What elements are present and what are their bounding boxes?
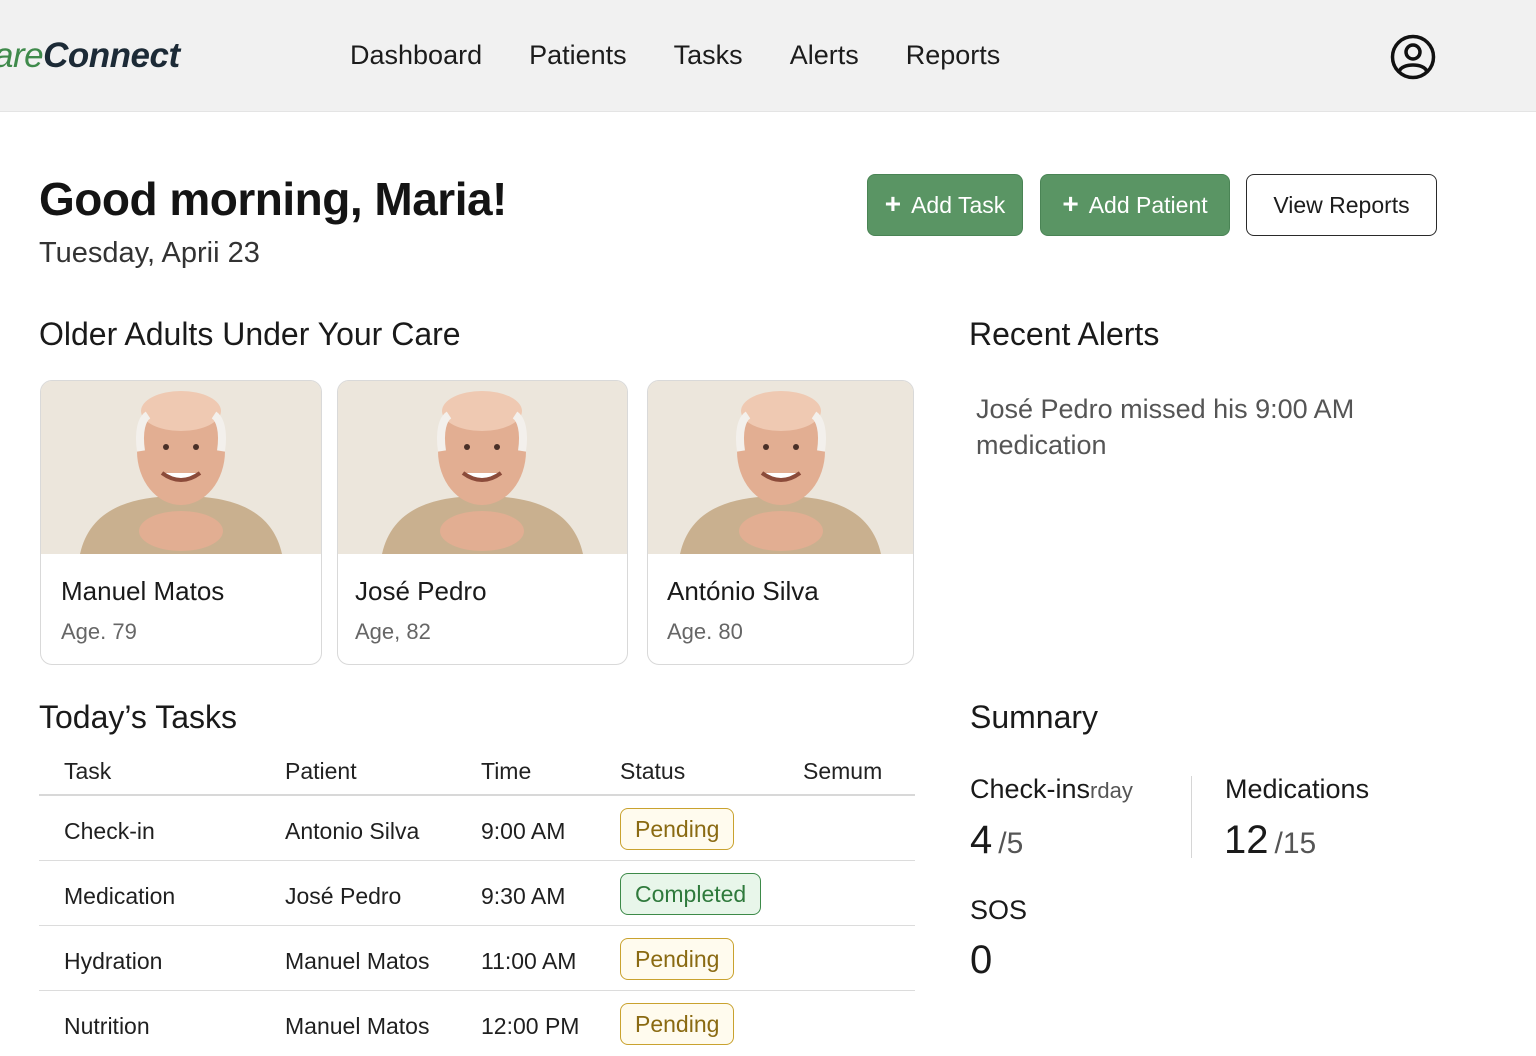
view-reports-button[interactable]: View Reports: [1246, 174, 1437, 236]
table-header: Task Patient Time Status Semum: [39, 748, 915, 796]
patient-name: Manuel Matos: [61, 576, 225, 606]
task-name: Hydration: [64, 948, 163, 974]
table-row[interactable]: Medication José Pedro 9:30 AM Completed: [39, 861, 915, 926]
medications-total: /15: [1274, 827, 1317, 860]
patient-name: José Pedro: [355, 576, 487, 606]
patient-card[interactable]: António Silva Age. 80: [647, 380, 914, 665]
patient-age: Age, 82: [355, 619, 431, 644]
summary-section-title: Sumnary: [970, 699, 1099, 735]
add-patient-label: Add Patient: [1088, 191, 1208, 218]
patient-photo: [41, 381, 321, 554]
user-circle-icon[interactable]: [1390, 34, 1436, 80]
task-patient: Manuel Matos: [285, 1013, 430, 1039]
logo-care-text: are: [0, 36, 44, 75]
medications-count: 12: [1224, 818, 1269, 862]
view-reports-label: View Reports: [1273, 191, 1410, 218]
nav-item-alerts[interactable]: Alerts: [790, 40, 859, 71]
alerts-section-title: Recent Alerts: [969, 316, 1160, 352]
task-time: 12:00 PM: [481, 1013, 580, 1039]
tasks-section-title: Today’s Tasks: [39, 699, 238, 735]
nav-item-tasks[interactable]: Tasks: [674, 40, 743, 71]
patient-age: Age. 79: [61, 619, 137, 644]
checkins-label: Check-insrday: [970, 774, 1133, 805]
patients-section-title: Older Adults Under Your Care: [39, 316, 461, 352]
plus-icon: +: [884, 187, 902, 219]
main-nav: Dashboard Patients Tasks Alerts Reports: [350, 40, 1000, 71]
medications-value: 12/15: [1224, 818, 1316, 863]
tasks-table: Task Patient Time Status Semum Check-in …: [39, 748, 915, 1056]
task-patient: Manuel Matos: [285, 948, 430, 974]
patient-name: António Silva: [667, 576, 819, 606]
patient-photo: [338, 381, 627, 554]
column-header-semum[interactable]: Semum: [803, 758, 882, 785]
plus-icon: +: [1062, 187, 1079, 219]
task-name: Nutrition: [64, 1013, 150, 1039]
patient-card[interactable]: José Pedro Age, 82: [337, 380, 628, 665]
status-badge[interactable]: Pending: [620, 938, 735, 980]
patient-card[interactable]: Manuel Matos Age. 79: [40, 380, 322, 665]
app-logo[interactable]: areConnect: [0, 36, 180, 76]
task-time: 9:00 AM: [481, 818, 566, 844]
column-header-patient[interactable]: Patient: [285, 758, 357, 785]
task-time: 9:30 AM: [481, 883, 566, 909]
checkins-label-text: Check-ins: [970, 774, 1091, 804]
table-row[interactable]: Hydration Manuel Matos 11:00 AM Pending: [39, 926, 915, 991]
add-task-label: Add Task: [911, 191, 1006, 218]
sos-label: SOS: [970, 895, 1028, 925]
task-name: Medication: [64, 883, 176, 909]
logo-connect-text: Connect: [43, 36, 180, 75]
nav-item-reports[interactable]: Reports: [906, 40, 1001, 71]
status-badge[interactable]: Pending: [620, 808, 735, 850]
top-navigation-bar: areConnect Dashboard Patients Tasks Aler…: [0, 0, 1536, 112]
sos-value: 0: [970, 938, 993, 982]
table-row[interactable]: Check-in Antonio Silva 9:00 AM Pending: [39, 796, 915, 861]
checkins-total: /5: [998, 827, 1024, 860]
patient-photo: [648, 381, 913, 554]
add-patient-button[interactable]: + Add Patient: [1040, 174, 1230, 236]
medications-label: Medications: [1225, 774, 1370, 804]
current-date: Tuesday, Aprii 23: [39, 237, 260, 269]
task-name: Check-in: [64, 818, 155, 844]
status-badge[interactable]: Pending: [620, 1003, 735, 1045]
checkins-count: 4: [970, 818, 993, 862]
greeting-heading: Good morning, Maria!: [39, 173, 507, 225]
alert-item[interactable]: José Pedro missed his 9:00 AM medication: [976, 391, 1396, 463]
add-task-button[interactable]: + Add Task: [867, 174, 1023, 236]
column-header-status[interactable]: Status: [620, 758, 685, 785]
status-badge[interactable]: Completed: [620, 873, 762, 915]
task-time: 11:00 AM: [481, 948, 577, 974]
patient-age: Age. 80: [667, 619, 743, 644]
column-header-task[interactable]: Task: [64, 758, 111, 785]
task-patient: José Pedro: [285, 883, 402, 909]
task-patient: Antonio Silva: [285, 818, 420, 844]
checkins-value: 4/5: [970, 818, 1023, 863]
nav-item-dashboard[interactable]: Dashboard: [350, 40, 482, 71]
checkins-sublabel: rday: [1090, 778, 1133, 803]
nav-item-patients[interactable]: Patients: [529, 40, 627, 71]
column-header-time[interactable]: Time: [481, 758, 531, 785]
summary-divider: [1191, 776, 1192, 858]
